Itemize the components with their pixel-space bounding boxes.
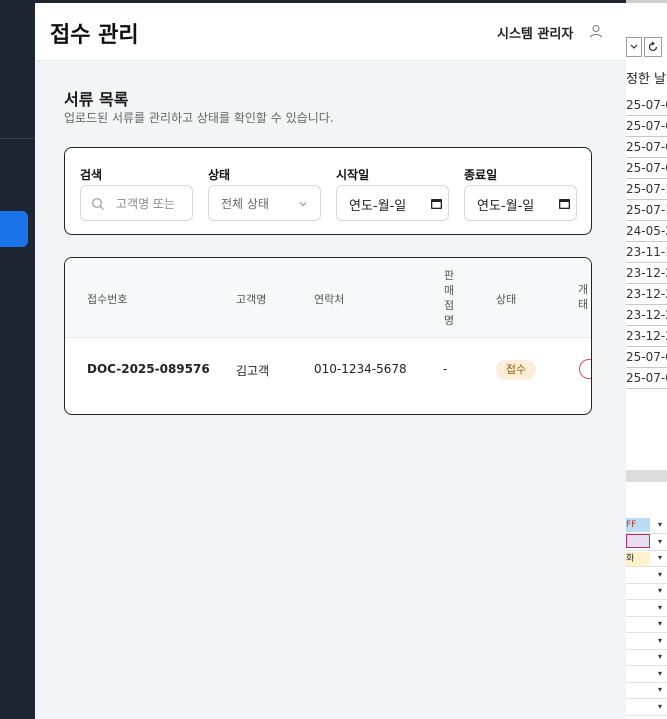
- status-select[interactable]: 전체 상태: [208, 185, 321, 221]
- start-date-value: 연도-월-일: [349, 199, 407, 214]
- dropdown-arrow-icon[interactable]: ▾: [654, 584, 666, 598]
- background-date-cell: 25-07-0: [626, 161, 667, 175]
- column-header-status[interactable]: 상태: [496, 291, 516, 307]
- background-row-separator: [626, 325, 667, 326]
- section-subtitle: 업로드된 서류를 관리하고 상태를 확인할 수 있습니다.: [64, 111, 334, 125]
- dropdown-arrow-icon[interactable]: ▾: [654, 650, 666, 664]
- background-row-separator: [626, 220, 667, 221]
- search-placeholder: 고객명 또는: [116, 197, 176, 211]
- dropdown-arrow-icon[interactable]: ▾: [654, 551, 666, 565]
- background-date-cell: 25-07-1: [626, 182, 667, 196]
- background-date-cell: 25-07-0: [626, 371, 667, 385]
- search-input[interactable]: 고객명 또는: [80, 185, 193, 221]
- background-date-cell: 23-12-2: [626, 266, 667, 280]
- chevron-down-icon: [299, 202, 307, 207]
- search-label: 검색: [80, 168, 103, 182]
- document-table: 접수번호 고객명 연락처 판 매 점 명 상태 개 태 DOC-2025-089…: [64, 257, 592, 415]
- background-date-cell: 25-07-0: [626, 140, 667, 154]
- background-gridline: [626, 533, 667, 534]
- background-row-separator: [626, 283, 667, 284]
- background-row-separator: [626, 346, 667, 347]
- background-row-separator: [626, 304, 667, 305]
- dropdown-arrow-icon[interactable]: ▾: [654, 568, 666, 582]
- background-row-separator: [626, 115, 667, 116]
- background-date-cell: 23-11-1: [626, 245, 667, 259]
- end-date-input[interactable]: 연도-월-일: [464, 185, 577, 221]
- background-date-cell: 24-05-2: [626, 224, 667, 238]
- calendar-icon[interactable]: [430, 197, 443, 210]
- row-document-id[interactable]: DOC-2025-089576: [87, 362, 210, 376]
- table-header: 접수번호 고객명 연락처 판 매 점 명 상태 개 태: [65, 258, 591, 338]
- background-cell: [626, 534, 650, 548]
- background-gridline: [626, 599, 667, 600]
- background-row-separator: [626, 178, 667, 179]
- background-gridline: [626, 665, 667, 666]
- background-gray-band: [626, 470, 667, 482]
- background-top-bar: [626, 0, 667, 3]
- column-header-store[interactable]: 판 매 점 명: [442, 268, 456, 328]
- row-store: -: [443, 362, 448, 376]
- background-gridline: [626, 566, 667, 567]
- user-icon[interactable]: [588, 23, 604, 39]
- status-label: 상태: [208, 168, 231, 182]
- dropdown-arrow-icon[interactable]: ▾: [654, 634, 666, 648]
- background-spreadsheet-window: 정한 날짜 25-07-0 25-07-0 25-07-0 25-07-0 25-07-…: [626, 0, 667, 719]
- start-date-input[interactable]: 연도-월-일: [336, 185, 449, 221]
- sidebar-divider: [0, 138, 35, 139]
- calendar-icon[interactable]: [558, 197, 571, 210]
- sidebar: [0, 0, 35, 719]
- search-icon: [92, 198, 104, 210]
- dropdown-arrow-icon[interactable]: ▾: [654, 617, 666, 631]
- column-header-phone[interactable]: 연락처: [314, 291, 344, 307]
- end-date-label: 종료일: [464, 168, 498, 182]
- background-row-separator: [626, 157, 667, 158]
- status-badge: 접수: [496, 360, 536, 380]
- background-date-cell: 23-12-2: [626, 287, 667, 301]
- dropdown-arrow-icon[interactable]: ▾: [654, 518, 666, 532]
- background-row-separator: [626, 136, 667, 137]
- user-name[interactable]: 시스템 관리자: [497, 23, 573, 42]
- start-date-label: 시작일: [336, 168, 370, 182]
- background-heading: 정한 날짜: [626, 72, 667, 87]
- refresh-icon[interactable]: [644, 37, 662, 57]
- dropdown-arrow-icon[interactable]: ▾: [654, 535, 666, 549]
- end-date-value: 연도-월-일: [477, 199, 535, 214]
- background-cell: 화: [626, 552, 650, 566]
- page-header: 접수 관리 시스템 관리자: [35, 3, 626, 61]
- dropdown-arrow-icon[interactable]: ▾: [654, 601, 666, 615]
- dropdown-arrow-icon[interactable]: ▾: [654, 683, 666, 697]
- background-row-separator: [626, 388, 667, 389]
- sidebar-item-active[interactable]: [0, 211, 28, 247]
- background-gridline: [626, 698, 667, 699]
- background-row-separator: [626, 199, 667, 200]
- background-dropdown[interactable]: [626, 37, 642, 57]
- background-row-separator: [626, 367, 667, 368]
- section-title: 서류 목록: [64, 90, 129, 109]
- column-header-activation[interactable]: 개 태: [578, 282, 591, 312]
- background-date-cell: 25-07-0: [626, 119, 667, 133]
- page-title: 접수 관리: [50, 23, 139, 48]
- column-header-id[interactable]: 접수번호: [87, 291, 127, 307]
- status-select-value: 전체 상태: [221, 197, 269, 211]
- row-customer-name: 김고객: [236, 364, 270, 378]
- column-header-customer[interactable]: 고객명: [236, 291, 266, 307]
- background-row-separator: [626, 241, 667, 242]
- background-date-cell: 25-07-0: [626, 350, 667, 364]
- background-date-cell: 23-12-2: [626, 329, 667, 343]
- dropdown-arrow-icon[interactable]: ▾: [654, 667, 666, 681]
- row-phone: 010-1234-5678: [314, 362, 407, 376]
- background-row-separator: [626, 262, 667, 263]
- activation-badge: [579, 359, 591, 379]
- dropdown-arrow-icon[interactable]: ▾: [654, 700, 666, 714]
- background-date-cell: 25-07-1: [626, 203, 667, 217]
- background-date-cell: 23-12-2: [626, 308, 667, 322]
- background-gridline: [626, 632, 667, 633]
- main-panel: 접수 관리 시스템 관리자 서류 목록 업로드된 서류를 관리하고 상태를 확인…: [35, 3, 626, 719]
- background-cell: FF: [626, 518, 650, 532]
- filter-card: 검색 고객명 또는 상태 전체 상태 시작일 연도-월-일 종료일 연도-월-일: [64, 147, 592, 235]
- background-date-cell: 25-07-0: [626, 98, 667, 112]
